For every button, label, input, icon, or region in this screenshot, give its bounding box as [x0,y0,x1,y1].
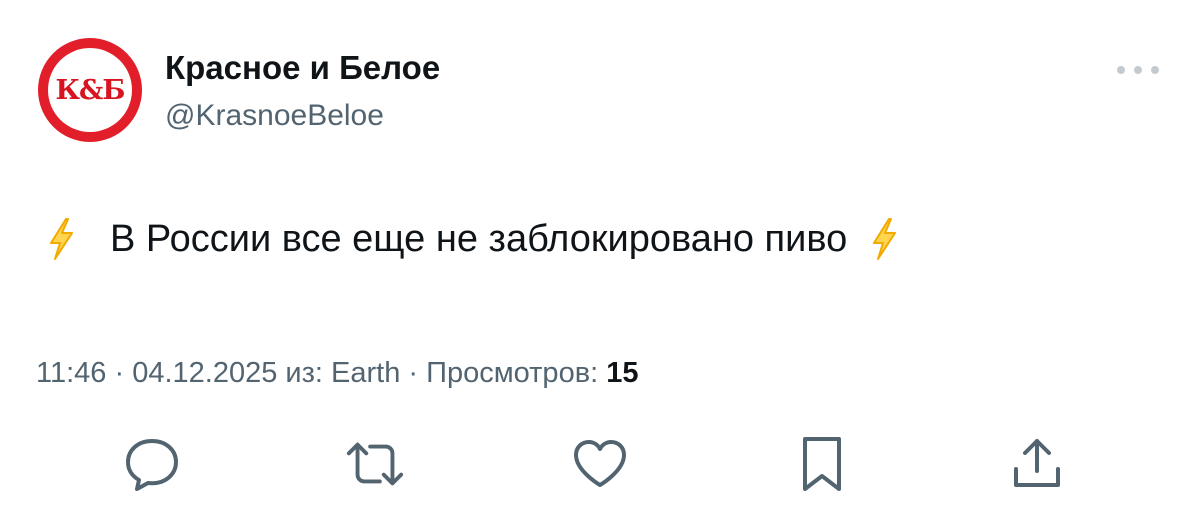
lightning-bolt-icon [873,218,897,260]
lightning-bolt-icon [50,218,73,260]
tweet-text: В России все еще не заблокировано пиво [46,215,899,263]
avatar[interactable]: К&Б [38,38,142,142]
retweet-button[interactable] [343,432,407,496]
display-name[interactable]: Красное и Белое [165,48,440,88]
views-count[interactable]: 15 [606,357,638,389]
more-dots-icon [1117,66,1159,74]
retweet-icon [346,442,404,486]
user-handle[interactable]: @KrasnoeBeloe [165,98,384,134]
more-options-button[interactable] [1108,52,1168,88]
share-button[interactable] [1005,432,1069,496]
tweet-meta: 11:46 · 04.12.2025 из: Earth · Просмотро… [36,355,638,391]
bookmark-button[interactable] [790,432,854,496]
reply-button[interactable] [120,432,184,496]
like-button[interactable] [568,432,632,496]
tweet-date[interactable]: 04.12.2025 [132,357,277,389]
comment-icon [126,439,178,491]
avatar-inner-circle: К&Б [48,48,132,132]
tweet-source: из: Earth [277,357,401,389]
tweet-time[interactable]: 11:46 [36,357,106,389]
avatar-logo-text: К&Б [55,74,125,106]
bookmark-icon [803,437,841,491]
share-icon [1014,439,1060,487]
tweet-card: К&Б Красное и Белое @KrasnoeBeloe В Росс… [0,0,1200,525]
views-label: Просмотров: [426,357,607,389]
meta-separator: · [106,357,133,389]
meta-separator: · [400,357,427,389]
heart-icon [574,440,626,487]
tweet-body: В России все еще не заблокировано пиво [110,218,848,260]
